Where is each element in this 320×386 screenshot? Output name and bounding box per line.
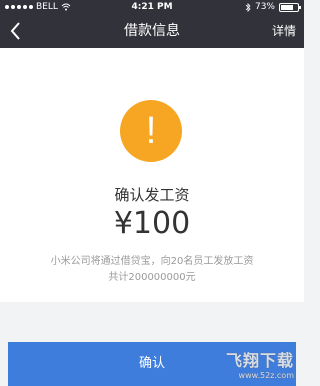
loan-info-card: ! 确认发工资 ¥100 小米公司将通过借贷宝，向20名员工发放工资 共计200… bbox=[0, 48, 304, 302]
confirm-title: 确认发工资 bbox=[114, 186, 190, 204]
button-area: 确认 飞翔下载 www.52z.com bbox=[0, 302, 304, 386]
details-link[interactable]: 详情 bbox=[272, 14, 296, 48]
nav-bar: 借款信息 详情 bbox=[0, 14, 304, 48]
description: 小米公司将通过借贷宝，向20名员工发放工资 共计200000000元 bbox=[0, 254, 304, 286]
exclamation-icon: ! bbox=[120, 100, 182, 162]
watermark: 飞翔下载 www.52z.com bbox=[226, 347, 294, 380]
battery-percent: 73% bbox=[254, 2, 275, 12]
status-right: 73% bbox=[245, 0, 301, 14]
watermark-url: www.52z.com bbox=[238, 371, 294, 380]
bluetooth-icon bbox=[245, 2, 251, 12]
battery-fill bbox=[281, 4, 293, 10]
page-title: 借款信息 bbox=[124, 23, 180, 39]
amount-value: ¥100 bbox=[113, 206, 191, 241]
description-line-2: 共计200000000元 bbox=[108, 272, 196, 283]
watermark-logo: 飞翔下载 bbox=[225, 351, 294, 370]
description-line-1: 小米公司将通过借贷宝，向20名员工发放工资 bbox=[50, 256, 254, 267]
battery-icon bbox=[279, 2, 301, 12]
status-bar: BELL 4:21 PM 73% bbox=[0, 0, 304, 14]
